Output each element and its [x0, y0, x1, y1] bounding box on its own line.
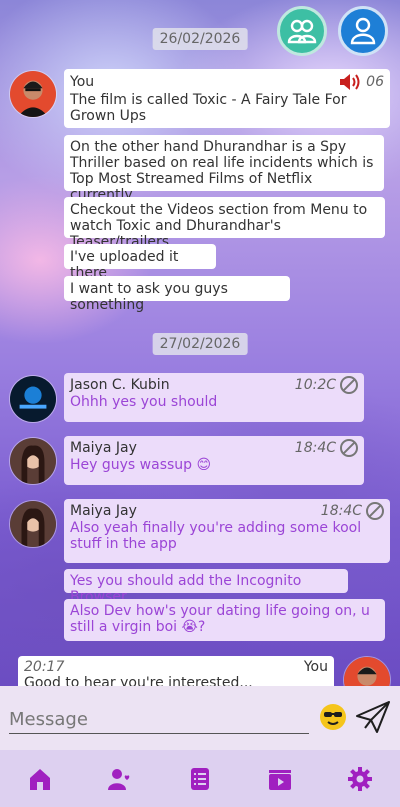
- message-input[interactable]: [9, 706, 309, 734]
- message-text: I want to ask you guys something: [70, 281, 228, 313]
- nav-home[interactable]: [20, 759, 60, 799]
- avatar[interactable]: [343, 656, 391, 686]
- block-icon[interactable]: [340, 439, 358, 457]
- speaker-icon[interactable]: [338, 72, 362, 92]
- user-photo-icon: [344, 657, 390, 686]
- message-time: 10:2C: [294, 377, 336, 393]
- message-time: 18:4C: [320, 503, 362, 519]
- user-photo-icon: [10, 501, 56, 547]
- sender-name: Maiya Jay: [70, 503, 137, 519]
- message-text: Ohhh yes you should: [70, 394, 218, 410]
- sender-name: You: [70, 74, 95, 90]
- chat-area[interactable]: 26/02/2026 You 06 The film is called Tox…: [0, 0, 400, 686]
- bottom-nav: [0, 750, 400, 807]
- videos-icon: [269, 769, 291, 790]
- message-time: 18:4C: [294, 440, 336, 456]
- block-icon[interactable]: [366, 502, 384, 520]
- date-divider: 27/02/2026: [152, 333, 248, 355]
- notes-icon: [191, 767, 209, 790]
- sunglasses-emoji-icon: [320, 704, 346, 730]
- nav-videos[interactable]: [260, 759, 300, 799]
- message-bubble[interactable]: Jason C. Kubin 10:2C Ohhh yes you should: [64, 373, 364, 422]
- message-bubble[interactable]: On the other hand Dhurandhar is a Spy Th…: [64, 135, 384, 203]
- sender-name: Maiya Jay: [70, 440, 137, 456]
- nav-friends[interactable]: [100, 759, 140, 799]
- message-bubble[interactable]: Also Dev how's your dating life going on…: [64, 599, 385, 641]
- profile-button[interactable]: [338, 6, 388, 56]
- message-text: Good to hear you're interested...: [24, 675, 253, 686]
- send-button[interactable]: [355, 700, 391, 734]
- sender-name: You: [303, 659, 328, 675]
- message-bubble[interactable]: Maiya Jay 18:4C Hey guys wassup 😊: [64, 436, 364, 485]
- emoji-button[interactable]: [319, 703, 347, 731]
- message-bubble[interactable]: Checkout the Videos section from Menu to…: [64, 197, 385, 250]
- message-bubble[interactable]: You 06 The film is called Toxic - A Fair…: [64, 69, 390, 128]
- date-divider: 26/02/2026: [152, 28, 248, 50]
- nav-notes[interactable]: [180, 759, 220, 799]
- home-icon: [30, 768, 50, 790]
- user-photo-icon: [10, 438, 56, 484]
- avatar[interactable]: [9, 70, 57, 118]
- user-icon: [350, 17, 376, 45]
- nav-settings[interactable]: [340, 759, 380, 799]
- sender-name: Jason C. Kubin: [70, 377, 170, 393]
- avatar[interactable]: [9, 375, 57, 423]
- message-bubble[interactable]: Maiya Jay 18:4C Also yeah finally you're…: [64, 499, 390, 563]
- message-text: Also Dev how's your dating life going on…: [70, 603, 370, 635]
- message-text: On the other hand Dhurandhar is a Spy Th…: [70, 139, 374, 203]
- avatar[interactable]: [9, 500, 57, 548]
- paper-plane-icon: [356, 701, 390, 733]
- block-icon[interactable]: [340, 376, 358, 394]
- message-text: The film is called Toxic - A Fairy Tale …: [70, 92, 347, 124]
- settings-icon: [348, 766, 372, 791]
- message-bubble[interactable]: Yes you should add the Incognito Browser: [64, 569, 348, 605]
- message-time: 06: [366, 74, 384, 90]
- avatar[interactable]: [9, 437, 57, 485]
- group-icon: [287, 19, 317, 44]
- message-bubble[interactable]: I want to ask you guys something: [64, 276, 290, 313]
- message-text: Hey guys wassup 😊: [70, 457, 212, 473]
- friends-icon: [108, 768, 130, 790]
- user-photo-icon: [10, 71, 56, 117]
- user-photo-icon: [10, 376, 56, 422]
- group-chat-button[interactable]: [277, 6, 327, 56]
- message-text: Also yeah finally you're adding some koo…: [70, 520, 362, 552]
- message-time: 20:17: [24, 659, 65, 675]
- message-bubble[interactable]: I've uploaded it there: [64, 244, 216, 281]
- message-bubble[interactable]: 20:17 You Good to hear you're interested…: [18, 656, 334, 686]
- message-text: Checkout the Videos section from Menu to…: [70, 202, 368, 250]
